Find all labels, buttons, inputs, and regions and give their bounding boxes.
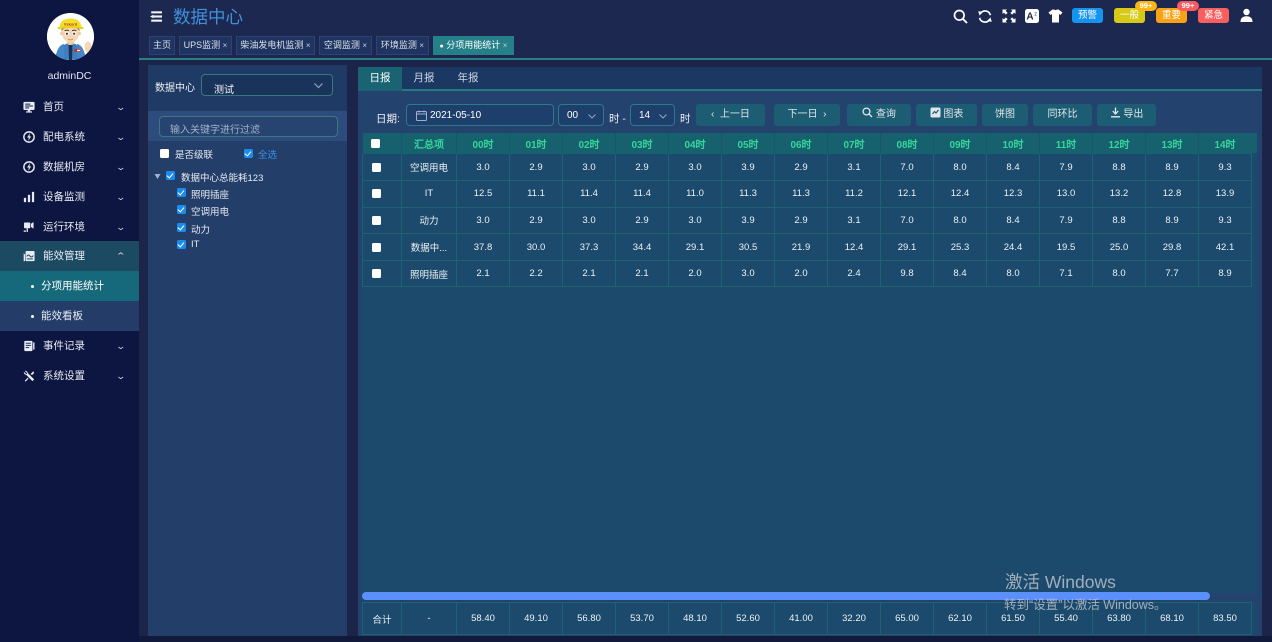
svg-text:A: A	[1026, 12, 1033, 23]
svg-text:z: z	[1034, 12, 1037, 18]
svg-text:Vskord: Vskord	[64, 22, 78, 27]
